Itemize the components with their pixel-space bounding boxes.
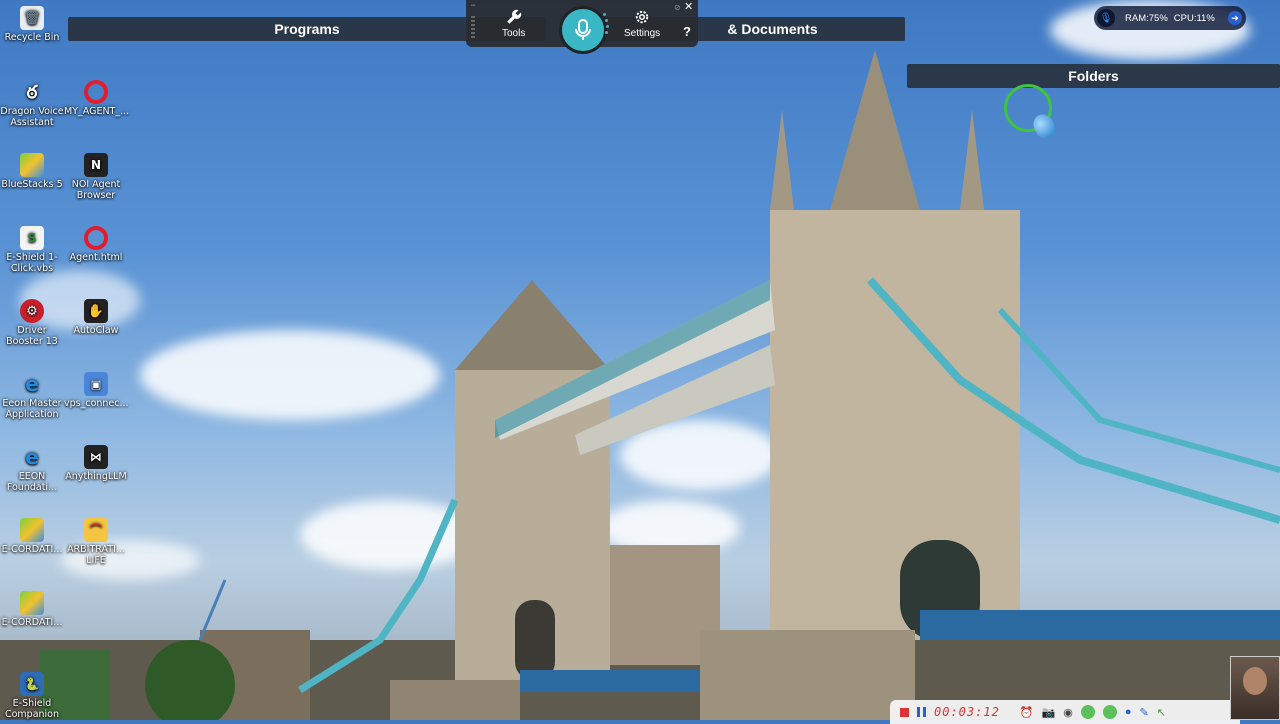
- script-file-icon: S: [20, 226, 44, 250]
- desktop-icon-eshield-vbs[interactable]: S E-Shield 1-Click.vbs: [0, 226, 64, 274]
- microphone-icon: [575, 19, 591, 40]
- desktop-icon-eshield-companion[interactable]: 🐍 E-Shield Companion: [0, 672, 64, 720]
- voice-assistant-toolbar: − Tools Settings ? ✕ ⊘: [466, 0, 698, 54]
- cursor-effect-icon[interactable]: ↖: [1157, 706, 1166, 719]
- desktop-icon-recycle-bin[interactable]: 🗑 Recycle Bin: [0, 6, 64, 43]
- documents-bar-label: & Documents: [727, 21, 818, 37]
- desktop-icon-anythingllm[interactable]: ⋈ AnythingLLM: [64, 445, 128, 482]
- opera-browser-icon: [84, 80, 108, 104]
- folders-bar[interactable]: Folders: [907, 64, 1280, 88]
- webcam-face-icon: [1243, 667, 1267, 695]
- internet-explorer-icon: e: [25, 444, 39, 469]
- cpu-readout: CPU:11%: [1173, 12, 1215, 24]
- driver-booster-icon: ⚙: [20, 299, 44, 323]
- help-button[interactable]: ?: [683, 24, 691, 39]
- desktop-icon-noi-agent-browser[interactable]: N NOI Agent Browser: [64, 153, 128, 201]
- desktop-icon-agent-html[interactable]: Agent.html: [64, 226, 128, 263]
- toolbar-drag-handle[interactable]: −: [468, 0, 478, 47]
- webcam-toggle-icon[interactable]: ●: [1125, 706, 1132, 718]
- desktop-icon-vps-connect[interactable]: ▣ vps_connec...: [64, 372, 129, 409]
- tower-bridge-illustration: [0, 50, 1280, 720]
- python-icon: 🐍: [20, 672, 44, 696]
- desktop-icon-my-agent[interactable]: MY_AGENT_...: [64, 80, 129, 117]
- gear-icon: [635, 10, 649, 24]
- microphone-toggle-icon[interactable]: [1102, 705, 1117, 719]
- minimize-button[interactable]: −: [468, 0, 478, 10]
- recording-timer: 00:03:12: [934, 705, 1000, 719]
- desktop-icon-arbitration-life[interactable]: ⌒ ARBITRATI... LIFE: [64, 518, 128, 566]
- desktop-icon-bluestacks[interactable]: BlueStacks 5: [0, 153, 64, 190]
- microphone-status-icon: 🎙: [1097, 9, 1115, 27]
- camera-icon[interactable]: 📷: [1042, 706, 1056, 719]
- close-button[interactable]: ✕: [684, 0, 693, 13]
- programs-bar-label: Programs: [274, 21, 340, 37]
- desktop-icon-eeon-foundation[interactable]: e EEON Foundati...: [0, 444, 64, 494]
- grip-icon: [471, 16, 475, 40]
- settings-button[interactable]: Settings: [624, 8, 660, 39]
- stop-record-button[interactable]: [900, 707, 909, 717]
- remote-desktop-icon: ▣: [84, 372, 108, 396]
- opera-browser-icon: [84, 226, 108, 250]
- arbitration-folder-icon: ⌒: [84, 518, 108, 542]
- ram-readout: RAM:75%: [1125, 12, 1168, 24]
- system-monitor-widget[interactable]: 🎙 RAM:75% CPU:11% ➜: [1094, 6, 1246, 30]
- microphone-button[interactable]: [559, 6, 607, 54]
- desktop-icon-e-cordati-2[interactable]: E-CORDATI...: [0, 591, 64, 628]
- settings-label: Settings: [624, 28, 661, 39]
- pen-icon[interactable]: ✎: [1139, 706, 1148, 719]
- arrow-right-icon[interactable]: ➜: [1228, 11, 1242, 25]
- webcam-overlay: [1230, 656, 1280, 720]
- recycle-bin-icon: 🗑: [20, 6, 44, 30]
- internet-explorer-icon: e: [25, 371, 39, 396]
- wrench-icon: [506, 9, 521, 24]
- desktop-wallpaper: [0, 0, 1280, 720]
- bluestacks-icon: [20, 153, 44, 177]
- tools-button[interactable]: Tools: [502, 8, 525, 39]
- noi-browser-icon: N: [84, 153, 108, 177]
- anythingllm-icon: ⋈: [84, 445, 108, 469]
- dragon-flame-icon: ఠ: [26, 81, 38, 103]
- screen-recorder-bar: 00:03:12 ⏰ 📷 ◉ ● ✎ ↖: [890, 700, 1240, 724]
- bluestacks-icon: [20, 591, 44, 615]
- pin-icon[interactable]: ⊘: [674, 3, 681, 12]
- autoclaw-icon: ✋: [84, 299, 108, 323]
- speaker-icon[interactable]: [1080, 705, 1095, 719]
- mic-level-dots-icon: [603, 10, 611, 40]
- folders-bar-label: Folders: [1068, 68, 1119, 84]
- tools-label: Tools: [502, 28, 526, 39]
- desktop-icon-eeon-master[interactable]: e Eeon Master Application: [0, 371, 64, 421]
- pause-button[interactable]: [917, 707, 926, 717]
- desktop-icon-autoclaw[interactable]: ✋ AutoClaw: [64, 299, 128, 336]
- bluestacks-icon: [20, 518, 44, 542]
- desktop-icon-driver-booster[interactable]: ⚙ Driver Booster 13: [0, 299, 64, 347]
- alarm-clock-icon[interactable]: ⏰: [1020, 706, 1034, 719]
- desktop-icon-dragon-voice-assistant[interactable]: ఠ Dragon Voice Assistant: [0, 80, 64, 128]
- desktop-icon-e-cordati-1[interactable]: E-CORDATI...: [0, 518, 64, 555]
- webcam-icon[interactable]: ◉: [1063, 706, 1073, 719]
